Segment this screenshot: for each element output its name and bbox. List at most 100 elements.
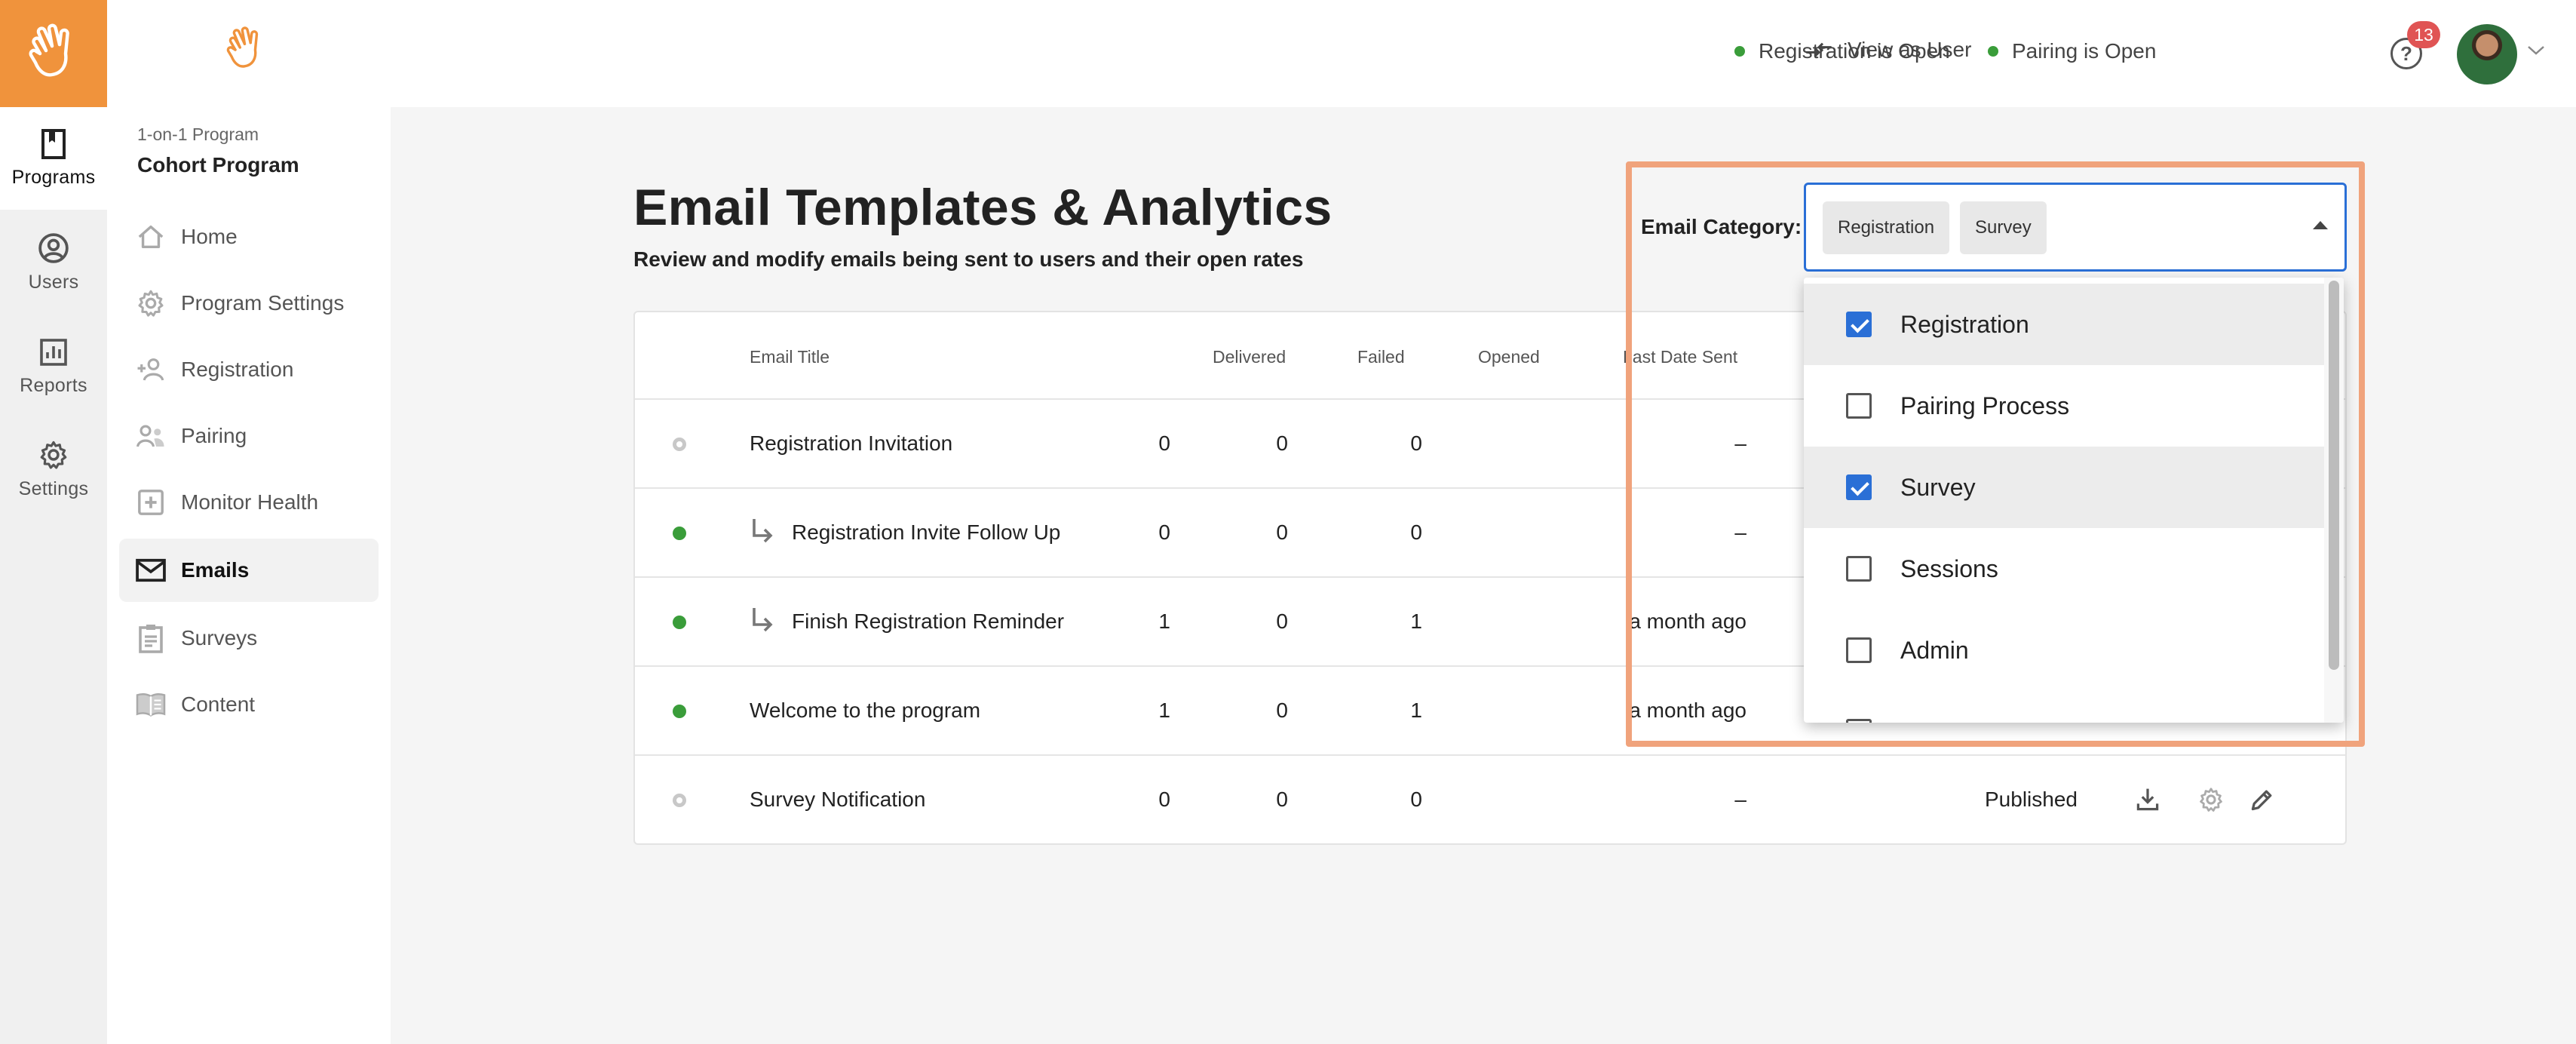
delivered-count: 0	[1158, 788, 1170, 811]
view-as-user-label: View as User	[1848, 38, 1972, 61]
sidebar-item-home[interactable]: Home	[119, 205, 379, 269]
delivered-count: 1	[1158, 610, 1170, 633]
chevron-down-icon[interactable]	[2526, 44, 2546, 57]
failed-count: 0	[1276, 699, 1288, 722]
gear-icon[interactable]	[2196, 785, 2226, 815]
pairing-status: Pairing is Open	[1988, 39, 2156, 63]
pairing-status-text: Pairing is Open	[2012, 39, 2157, 63]
email-title[interactable]: Registration Invitation	[750, 431, 952, 456]
category-option-label: Registration	[1900, 310, 2029, 338]
email-title[interactable]: Registration Invite Follow Up	[792, 520, 1060, 545]
open-book-icon	[134, 688, 167, 721]
email-category-select[interactable]: Registration Survey	[1804, 183, 2347, 272]
rail-item-reports[interactable]: Reports	[0, 315, 107, 418]
bar-chart-icon	[40, 338, 67, 366]
swap-arrows-icon	[1806, 42, 1832, 57]
active-status-icon	[673, 527, 686, 540]
opened-count: 0	[1410, 520, 1422, 544]
program-sidebar: 1-on-1 Program Cohort Program Home Progr…	[107, 0, 391, 1044]
envelope-icon	[134, 554, 167, 587]
page-title: Email Templates & Analytics	[633, 179, 1332, 236]
email-title[interactable]: Finish Registration Reminder	[792, 610, 1064, 634]
rail-item-label: Reports	[20, 374, 87, 396]
rail-item-label: Settings	[18, 477, 89, 499]
download-icon[interactable]	[2133, 785, 2163, 815]
category-option[interactable]: Sessions	[1804, 528, 2324, 610]
category-option[interactable]: Registration	[1804, 284, 2324, 365]
health-plus-icon	[134, 486, 167, 519]
checkbox-unchecked[interactable]	[1846, 719, 1872, 723]
top-bar	[391, 0, 2576, 107]
sidebar-item-program-settings[interactable]: Program Settings	[119, 272, 379, 335]
sidebar-item-content[interactable]: Content	[119, 673, 379, 736]
selected-chip[interactable]: Survey	[1960, 201, 2047, 254]
sidebar-item-emails[interactable]: Emails	[119, 539, 379, 602]
status-dot-icon	[1988, 46, 1998, 57]
category-option-label: Admin	[1900, 636, 1969, 664]
sub-item-arrow-icon	[753, 519, 773, 543]
category-option-label: Survey	[1900, 473, 1976, 501]
user-circle-icon	[38, 232, 69, 263]
category-option[interactable]: Pairing Process	[1804, 365, 2324, 447]
rail-item-programs[interactable]: Programs	[0, 107, 107, 210]
book-icon	[41, 128, 66, 159]
caret-up-icon[interactable]	[2313, 221, 2328, 229]
category-option[interactable]: Survey	[1804, 447, 2324, 528]
notification-badge: 13	[2407, 21, 2440, 48]
checkbox-checked[interactable]	[1846, 312, 1872, 337]
sidebar-item-monitor-health[interactable]: Monitor Health	[119, 471, 379, 534]
rail-item-label: Users	[28, 271, 79, 293]
category-option-partial[interactable]	[1804, 691, 2324, 723]
sidebar-item-label: Home	[181, 225, 238, 248]
clipboard-icon	[134, 622, 167, 655]
icon-rail: Programs Users Reports Settings	[0, 0, 107, 1044]
column-header-opened[interactable]: Opened	[1478, 347, 1540, 367]
inactive-status-icon	[673, 438, 686, 451]
inactive-status-icon	[673, 794, 686, 807]
opened-count: 0	[1410, 431, 1422, 455]
active-status-icon	[673, 616, 686, 629]
column-header-delivered[interactable]: Delivered	[1213, 347, 1286, 367]
sidebar-item-pairing[interactable]: Pairing	[119, 404, 379, 468]
view-as-user-button[interactable]: View as User	[1804, 38, 1971, 62]
checkbox-checked[interactable]	[1846, 474, 1872, 500]
status-dot-icon	[1734, 46, 1745, 57]
active-status-icon	[673, 705, 686, 718]
rail-item-settings[interactable]: Settings	[0, 418, 107, 520]
sidebar-item-label: Program Settings	[181, 291, 345, 315]
last-sent-date: –	[1734, 788, 1746, 811]
category-option[interactable]: Admin	[1804, 610, 2324, 691]
opened-count: 1	[1410, 699, 1422, 722]
edit-pencil-icon[interactable]	[2247, 785, 2277, 815]
category-option-label: Pairing Process	[1900, 392, 2070, 419]
checkbox-unchecked[interactable]	[1846, 637, 1872, 663]
email-category-label: Email Category:	[1641, 215, 1802, 238]
gear-icon	[40, 441, 67, 469]
category-option-label: Sessions	[1900, 554, 1998, 582]
avatar[interactable]	[2457, 24, 2517, 84]
sidebar-item-label: Monitor Health	[181, 490, 319, 514]
dropdown-scrollbar-thumb[interactable]	[2329, 281, 2339, 670]
checkbox-unchecked[interactable]	[1846, 556, 1872, 582]
sidebar-item-registration[interactable]: Registration	[119, 338, 379, 401]
opened-count: 1	[1410, 610, 1422, 633]
column-header-title[interactable]: Email Title	[750, 347, 830, 367]
failed-count: 0	[1276, 431, 1288, 455]
sidebar-item-label: Surveys	[181, 626, 258, 649]
page-subtitle: Review and modify emails being sent to u…	[633, 247, 1304, 271]
failed-count: 0	[1276, 520, 1288, 544]
selected-chip[interactable]: Registration	[1823, 201, 1950, 254]
category-dropdown: Registration Pairing Process Survey Sess…	[1804, 278, 2344, 723]
email-title[interactable]: Welcome to the program	[750, 699, 980, 723]
rail-item-label: Programs	[11, 166, 96, 188]
app-logo[interactable]	[0, 0, 107, 107]
rail-item-users[interactable]: Users	[0, 211, 107, 314]
checkbox-unchecked[interactable]	[1846, 393, 1872, 419]
failed-count: 0	[1276, 788, 1288, 811]
email-title[interactable]: Survey Notification	[750, 788, 925, 812]
column-header-failed[interactable]: Failed	[1357, 347, 1405, 367]
sidebar-item-surveys[interactable]: Surveys	[119, 606, 379, 670]
delivered-count: 0	[1158, 520, 1170, 544]
waving-hand-icon	[226, 26, 259, 68]
table-row[interactable]: Survey Notification 0 0 0 – Published	[635, 754, 2345, 843]
